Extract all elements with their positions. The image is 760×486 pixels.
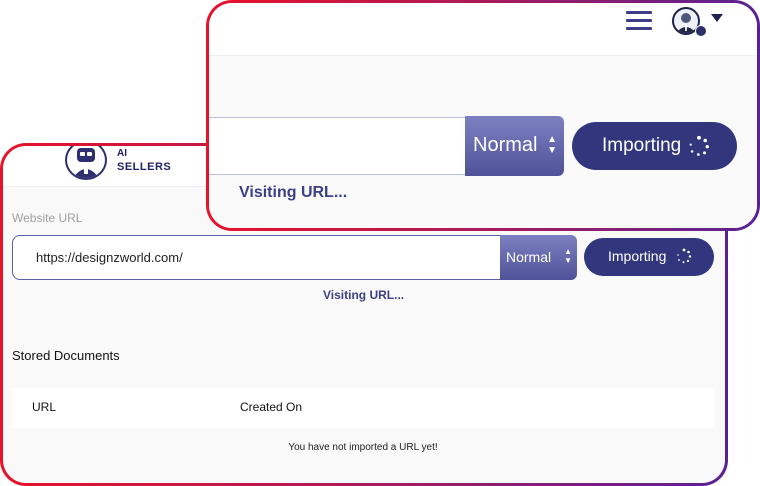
zoomed-preview-content: Normal ▲ ▼ Importing Visiting URL...	[209, 3, 757, 228]
import-button-zoomed[interactable]: Importing	[572, 122, 737, 170]
sort-arrows-icon: ▲ ▼	[547, 134, 557, 156]
mode-select[interactable]: Normal ▲ ▼	[500, 235, 577, 280]
brand-name-line1: AI	[117, 148, 127, 159]
import-status-text-zoomed: Visiting URL...	[239, 184, 348, 201]
website-url-input-zoomed[interactable]	[209, 117, 466, 175]
robot-logo-icon	[65, 146, 107, 180]
documents-table-header: URL Created On	[12, 388, 714, 428]
import-button[interactable]: Importing	[584, 238, 714, 276]
brand-logo[interactable]: AI SELLERS	[65, 146, 195, 182]
website-url-input[interactable]: https://designzworld.com/	[12, 235, 500, 280]
hamburger-menu-icon[interactable]	[626, 11, 652, 31]
stored-documents-title: Stored Documents	[12, 348, 120, 363]
column-header-created-on[interactable]: Created On	[240, 400, 302, 414]
empty-table-message: You have not imported a URL yet!	[288, 442, 438, 453]
mode-select-value-zoomed: Normal	[473, 134, 538, 156]
sort-arrows-icon: ▲ ▼	[564, 247, 572, 265]
caret-down-icon[interactable]	[711, 14, 723, 22]
column-header-url[interactable]: URL	[32, 400, 56, 414]
status-dot-icon	[695, 25, 707, 37]
mode-select-value: Normal	[506, 249, 552, 265]
website-url-value: https://designzworld.com/	[36, 250, 183, 265]
loading-spinner-icon	[677, 248, 692, 264]
loading-spinner-icon	[689, 135, 709, 156]
top-navigation-bar	[209, 3, 757, 56]
zoomed-preview-card: Normal ▲ ▼ Importing Visiting URL...	[206, 0, 760, 231]
brand-name-line2: SELLERS	[117, 161, 172, 173]
import-button-label-zoomed: Importing	[602, 135, 682, 156]
import-status-text: Visiting URL...	[323, 288, 405, 302]
import-button-label: Importing	[608, 248, 667, 264]
mode-select-zoomed[interactable]: Normal ▲ ▼	[465, 116, 564, 176]
website-url-label: Website URL	[12, 211, 83, 225]
